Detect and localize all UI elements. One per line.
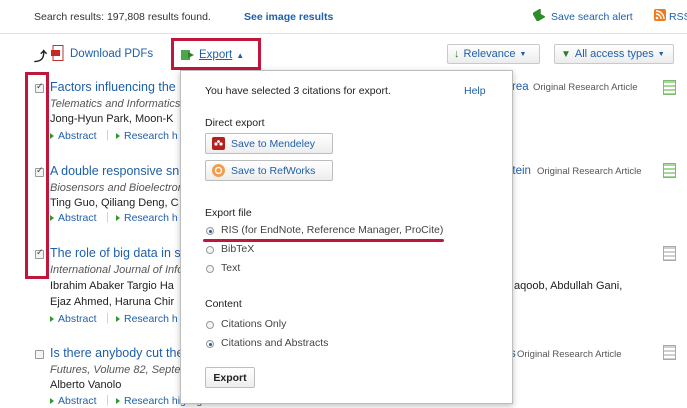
result-title-tail[interactable]: rea	[512, 81, 529, 93]
abstract-link[interactable]: Abstract	[50, 313, 97, 325]
document-icon[interactable]	[663, 246, 676, 261]
abstract-link[interactable]: Abstract	[50, 395, 97, 407]
result-journal: Telematics and Informatics,	[50, 98, 184, 110]
document-icon[interactable]	[663, 345, 676, 360]
divider: |	[106, 394, 109, 406]
see-image-results-link[interactable]: See image results	[244, 11, 333, 23]
expand-icon	[116, 316, 120, 323]
alert-icon	[532, 8, 546, 22]
format-ris-label[interactable]: RIS (for EndNote, Reference Manager, Pro…	[221, 224, 443, 236]
chevron-down-icon: ▼	[657, 50, 665, 58]
checkbox-highlight-box	[25, 72, 49, 279]
download-pdfs-link[interactable]: Download PDFs	[70, 48, 153, 60]
research-highlights-link[interactable]: Research h	[116, 130, 178, 142]
pdf-icon	[51, 45, 65, 61]
expand-icon	[116, 215, 120, 222]
result-title[interactable]: Is there anybody cut the	[50, 346, 183, 360]
format-bibtex-label[interactable]: BibTeX	[221, 243, 254, 255]
citations-abstracts-label[interactable]: Citations and Abstracts	[221, 337, 328, 349]
help-link[interactable]: Help	[464, 85, 486, 97]
chevron-down-icon: ▼	[519, 50, 527, 58]
access-types-label: All access types	[574, 48, 654, 60]
result-title[interactable]: Factors influencing the	[50, 80, 176, 94]
filter-icon: ▼	[561, 48, 571, 60]
save-to-mendeley-button[interactable]: Save to Mendeley	[205, 133, 333, 154]
export-file-heading: Export file	[205, 207, 252, 219]
relevance-sort-button[interactable]: ↓ Relevance ▼	[447, 44, 540, 64]
format-text-radio[interactable]	[206, 265, 214, 273]
result-authors: Ejaz Ahmed, Haruna Chir	[50, 296, 175, 308]
divider: |	[106, 312, 109, 324]
result-authors-tail: aqoob, Abdullah Gani,	[514, 280, 623, 292]
expand-icon	[50, 398, 54, 405]
result-authors: Ibrahim Abaker Targio Ha	[50, 280, 174, 292]
article-type: Original Research Article	[517, 349, 622, 360]
export-highlight-box	[171, 38, 261, 70]
result-journal: Futures, Volume 82, Septem	[50, 364, 190, 376]
access-type-filter-button[interactable]: ▼ All access types ▼	[554, 44, 674, 64]
research-highlights-link[interactable]: Research h	[116, 212, 178, 224]
mendeley-label: Save to Mendeley	[231, 137, 316, 150]
citations-abstracts-radio[interactable]	[206, 340, 214, 348]
abstract-link[interactable]: Abstract	[50, 130, 97, 142]
sort-arrow-icon: ↓	[454, 48, 460, 60]
expand-icon	[50, 316, 54, 323]
expand-icon	[50, 215, 54, 222]
direct-export-heading: Direct export	[205, 117, 265, 129]
export-submit-button[interactable]: Export	[205, 367, 255, 388]
result-checkbox[interactable]	[35, 350, 44, 359]
research-highlights-link[interactable]: Research h	[116, 313, 178, 325]
result-title[interactable]: The role of big data in s	[50, 246, 181, 260]
result-journal: International Journal of Infor	[50, 264, 187, 276]
document-icon[interactable]	[663, 80, 676, 95]
format-bibtex-radio[interactable]	[206, 246, 214, 254]
selected-citations-message: You have selected 3 citations for export…	[205, 85, 391, 97]
abstract-link[interactable]: Abstract	[50, 212, 97, 224]
expand-icon	[116, 398, 120, 405]
save-to-refworks-button[interactable]: Save to RefWorks	[205, 160, 333, 181]
document-icon[interactable]	[663, 163, 676, 178]
result-journal: Biosensors and Bioelectroni	[50, 182, 187, 194]
refworks-icon	[212, 164, 225, 177]
citations-only-radio[interactable]	[206, 321, 214, 329]
content-heading: Content	[205, 298, 242, 310]
expand-icon	[116, 133, 120, 140]
divider: |	[106, 129, 109, 141]
format-ris-radio[interactable]	[206, 227, 214, 235]
results-header-bar: Search results: 197,808 results found. S…	[0, 0, 687, 34]
relevance-label: Relevance	[463, 48, 516, 60]
rss-link[interactable]: RSS	[669, 11, 687, 23]
share-icon[interactable]: ⤴	[34, 46, 47, 64]
result-title[interactable]: A double responsive sn	[50, 164, 179, 178]
mendeley-icon	[212, 137, 225, 150]
save-search-alert-link[interactable]: Save search alert	[551, 11, 633, 23]
ris-highlight-underline	[203, 239, 444, 242]
result-authors: Ting Guo, Qiliang Deng, C	[50, 197, 179, 209]
refworks-label: Save to RefWorks	[231, 164, 316, 177]
divider: |	[106, 211, 109, 223]
format-text-label[interactable]: Text	[221, 262, 240, 274]
article-type: Original Research Article	[533, 82, 638, 93]
result-authors: Alberto Vanolo	[50, 379, 122, 391]
expand-icon	[50, 133, 54, 140]
article-type: Original Research Article	[537, 166, 642, 177]
citations-only-label[interactable]: Citations Only	[221, 318, 286, 330]
result-authors: Jong-Hyun Park, Moon-K	[50, 113, 174, 125]
results-count: Search results: 197,808 results found.	[34, 11, 211, 23]
rss-icon	[654, 9, 666, 21]
export-dropdown-panel: You have selected 3 citations for export…	[180, 70, 513, 404]
